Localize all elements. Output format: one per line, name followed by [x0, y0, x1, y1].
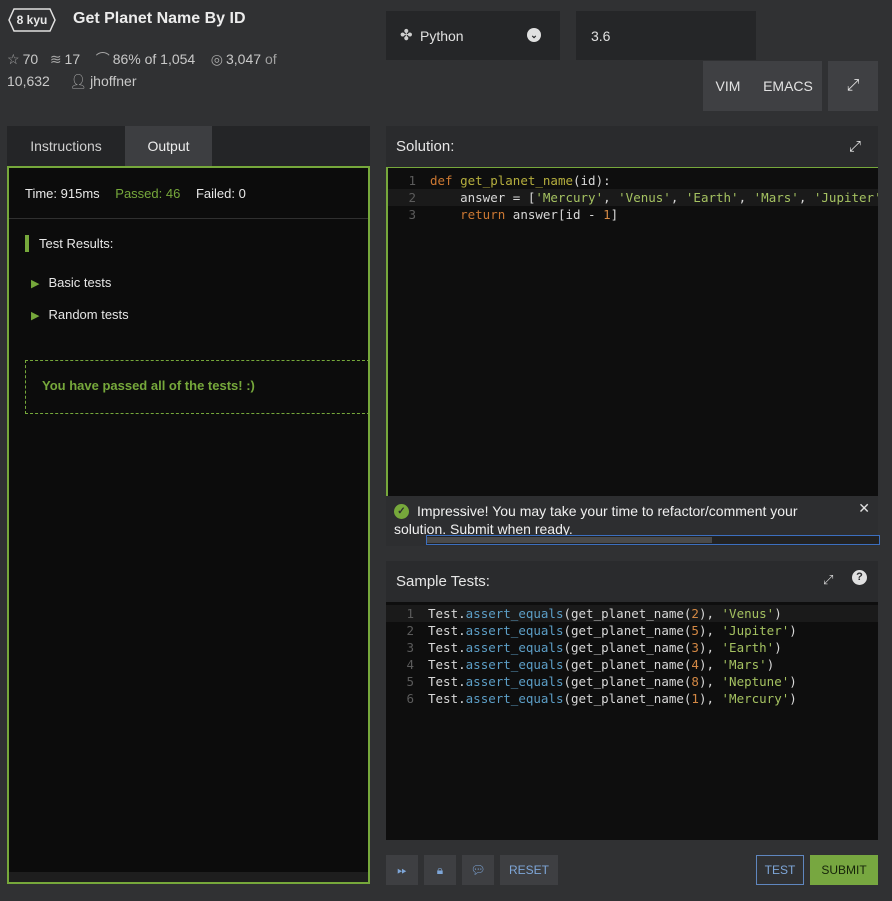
test-group-basic[interactable]: ▶ Basic tests [31, 275, 111, 290]
tab-output[interactable]: Output [125, 126, 212, 166]
target-icon: ◎ [210, 51, 223, 67]
fast-forward-button[interactable]: ⏩︎ [386, 855, 418, 885]
chevron-down-icon: ⌄ [527, 28, 541, 42]
gauge-icon: ⌒ [95, 51, 110, 67]
expand-triangle-icon: ▶ [31, 278, 40, 290]
user-icon: 👤︎ [69, 73, 88, 89]
star-icon: ☆ [7, 51, 20, 67]
panel-tabs: Instructions Output [7, 126, 370, 166]
completed-total: 10,632 [7, 73, 50, 89]
failed-count: Failed: 0 [195, 186, 246, 201]
reset-button[interactable]: RESET [500, 855, 558, 885]
editor-scrollbar[interactable] [426, 535, 880, 545]
completed-stat: ◎ 3,047 of [211, 51, 277, 67]
scrollbar-thumb[interactable] [427, 537, 712, 543]
discuss-button[interactable]: 💬︎ [462, 855, 494, 885]
author-link[interactable]: 👤︎ jhoffner [69, 73, 136, 89]
language-label: Python [420, 28, 464, 44]
solution-header: Solution: ⤢ [386, 126, 878, 167]
passed-message: You have passed all of the tests! :) [25, 360, 370, 414]
test-group-random[interactable]: ▶ Random tests [31, 307, 129, 322]
passed-count: Passed: 46 [115, 186, 181, 201]
sample-tests-editor[interactable]: 1 Test.assert_equals(get_planet_name(2), … [386, 602, 878, 840]
kata-title[interactable]: Get Planet Name By ID [73, 10, 246, 28]
run-summary: Time: 915ms Passed: 46 Failed: 0 [25, 186, 246, 201]
emacs-button[interactable]: EMACS [756, 61, 820, 111]
language-select[interactable]: ✤ Python ⌄ [386, 11, 560, 60]
test-results-header: Test Results: [25, 235, 113, 252]
version-select[interactable]: 3.6 [576, 11, 756, 60]
output-panel: Time: 915ms Passed: 46 Failed: 0 Test Re… [7, 166, 370, 884]
keybinding-group: VIM EMACS [703, 61, 822, 111]
lock-button[interactable]: 🔒︎ [424, 855, 456, 885]
layers-icon: ≋ [49, 51, 62, 67]
rank-badge: 8 kyu [8, 8, 56, 32]
fullscreen-button[interactable]: ⤢ [828, 61, 878, 111]
version-label: 3.6 [591, 28, 611, 44]
sample-tests-label: Sample Tests: [396, 573, 490, 590]
horizontal-scrollbar[interactable] [9, 872, 368, 882]
expand-icon: ⤢ [846, 77, 860, 94]
help-icon[interactable]: ? [852, 570, 867, 585]
vim-button[interactable]: VIM [703, 61, 753, 111]
satisfaction-stat: ⌒ 86% of 1,054 [96, 51, 196, 67]
sample-tests-header: Sample Tests: ⤢ ? [386, 561, 878, 602]
expand-icon[interactable]: ⤢ [849, 138, 861, 155]
success-notification: ✓ Impressive! You may take your time to … [386, 496, 880, 546]
rank-label: 8 kyu [16, 13, 48, 27]
lock-icon: 🔒︎ [436, 863, 444, 877]
tab-instructions[interactable]: Instructions [7, 126, 125, 166]
fast-forward-icon: ⏩︎ [397, 863, 407, 877]
expand-icon[interactable]: ⤢ [823, 572, 833, 588]
submit-button[interactable]: SUBMIT [810, 855, 878, 885]
collections-stat[interactable]: ≋ 17 [50, 51, 80, 67]
divider [9, 218, 368, 219]
python-icon: ✤ [400, 27, 413, 44]
expand-triangle-icon: ▶ [31, 310, 40, 322]
test-button[interactable]: TEST [756, 855, 804, 885]
close-icon[interactable]: ✕ [858, 500, 870, 517]
comment-icon: 💬︎ [470, 863, 486, 877]
kata-stats: ☆ 70 ≋ 17 ⌒ 86% of 1,054 ◎ 3,047 of 10,632 👤… [7, 48, 297, 92]
notification-message: Impressive! You may take your time to re… [394, 503, 798, 537]
action-bar: ⏩︎ 🔒︎ 💬︎ RESET TEST SUBMIT [386, 840, 878, 890]
stars-stat[interactable]: ☆ 70 [7, 51, 38, 67]
run-time: Time: 915ms [25, 186, 100, 201]
solution-label: Solution: [396, 138, 455, 155]
solution-editor[interactable]: 1 def get_planet_name(id): 2 answer = ['M… [386, 167, 878, 496]
